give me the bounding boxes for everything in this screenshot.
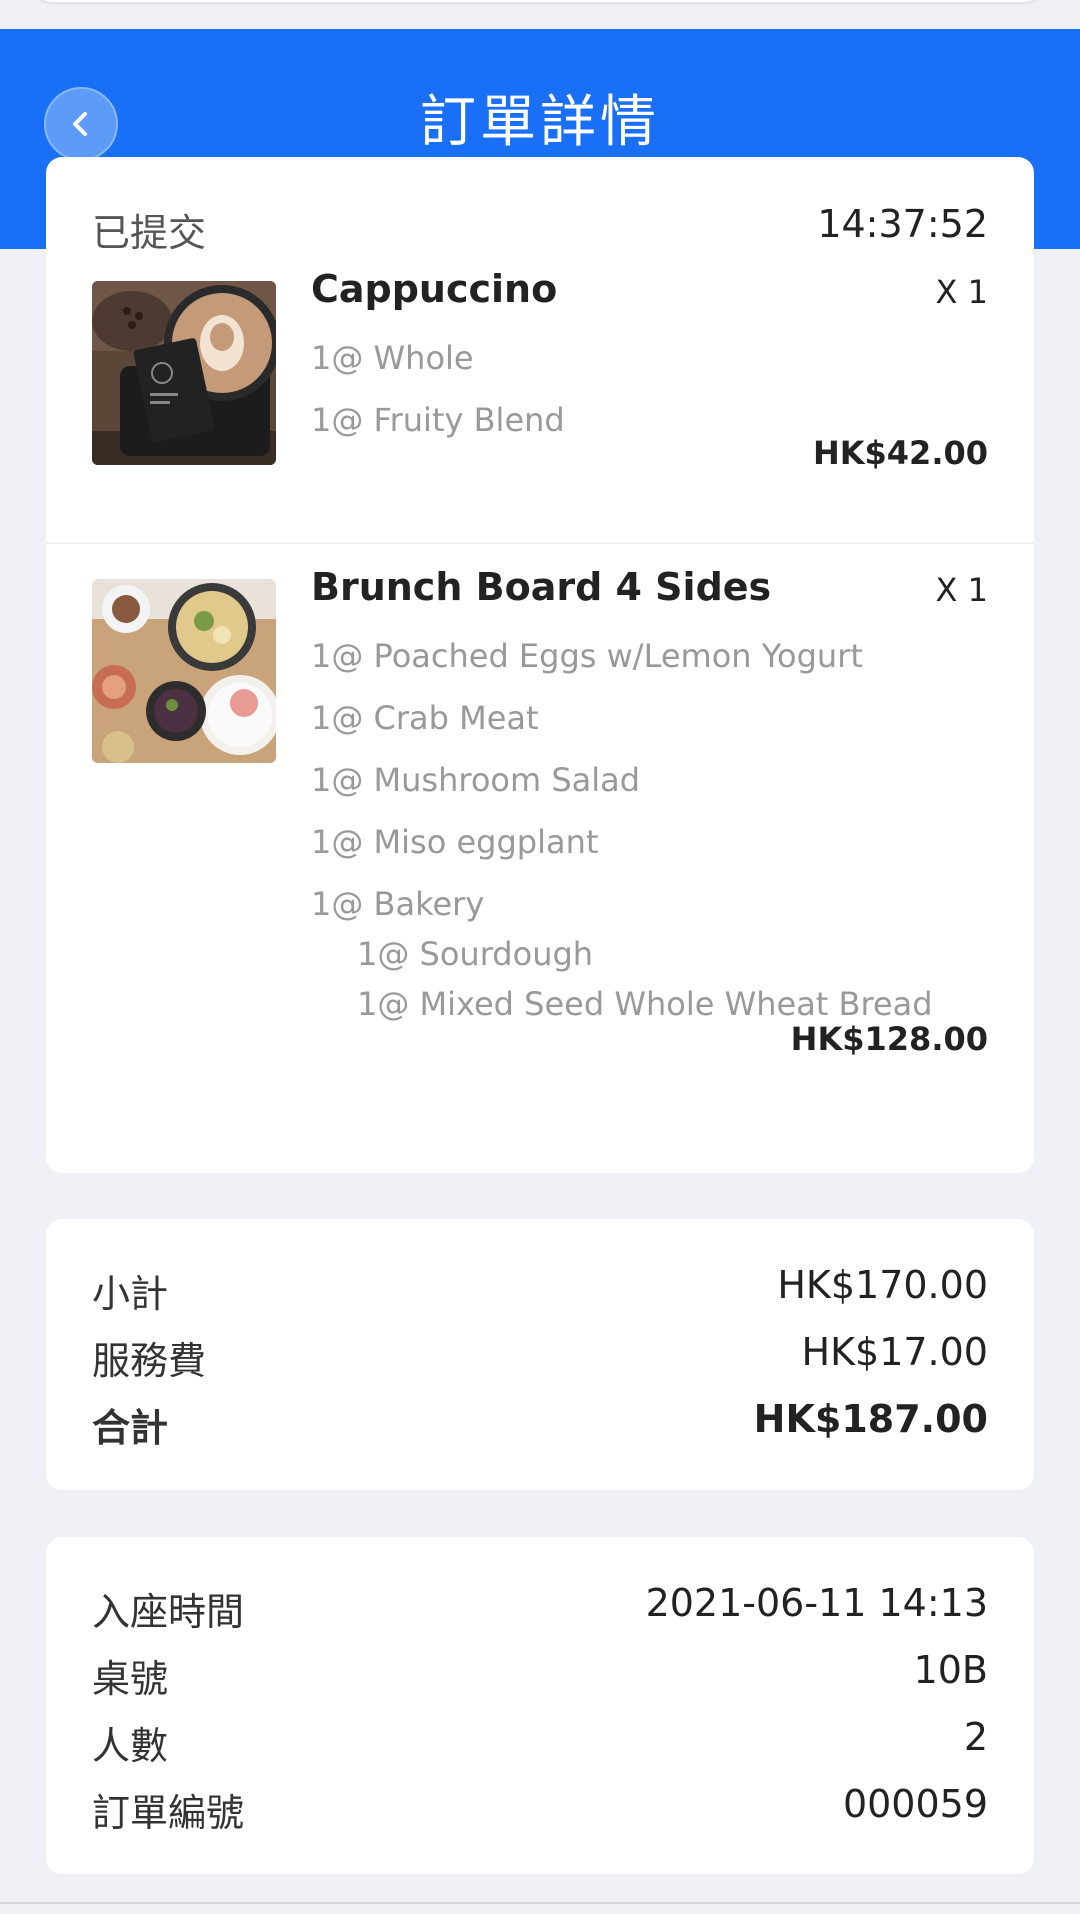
seat-time-value: 2021-06-11 14:13 (645, 1581, 988, 1625)
table-value: 10B (913, 1648, 988, 1692)
order-info-card: 入座時間 2021-06-11 14:13 桌號 10B 人數 2 訂單編號 0… (46, 1537, 1034, 1874)
totals-card: 小計 HK$170.00 服務費 HK$17.00 合計 HK$187.00 (46, 1219, 1034, 1490)
item-option: 1@ Fruity Blend (311, 401, 565, 439)
total-label: 合計 (92, 1406, 169, 1450)
order-number-label: 訂單編號 (92, 1791, 245, 1835)
service-charge-label: 服務費 (92, 1339, 207, 1383)
item-option: 1@ Whole (311, 339, 474, 377)
item-option: 1@ Miso eggplant (311, 823, 599, 861)
brunch-board-photo (92, 579, 276, 763)
service-charge-value: HK$17.00 (801, 1330, 988, 1374)
chevron-left-icon (73, 112, 87, 136)
item-divider (46, 542, 1034, 544)
order-status: 已提交 (92, 211, 207, 255)
guests-label: 人數 (92, 1724, 169, 1768)
subtotal-value: HK$170.00 (777, 1263, 988, 1307)
cappuccino-photo (92, 281, 276, 465)
bottom-edge (0, 1902, 1080, 1914)
item-option: 1@ Mushroom Salad (311, 761, 641, 799)
back-button[interactable] (44, 87, 118, 161)
item-name: Brunch Board 4 Sides (311, 565, 772, 609)
item-qty: X 1 (935, 273, 988, 311)
item-option: 1@ Crab Meat (311, 699, 539, 737)
item-name: Cappuccino (311, 267, 558, 311)
item-price: HK$128.00 (790, 1020, 988, 1058)
order-time: 14:37:52 (817, 202, 988, 246)
item-option: 1@ Poached Eggs w/Lemon Yogurt (311, 637, 863, 675)
order-number-value: 000059 (842, 1782, 988, 1826)
previous-card-edge (34, 0, 1042, 2)
page-title: 訂單詳情 (420, 90, 660, 155)
subtotal-label: 小計 (92, 1272, 169, 1316)
item-sub-option: 1@ Sourdough (357, 935, 594, 973)
seat-time-label: 入座時間 (92, 1590, 245, 1634)
guests-value: 2 (963, 1715, 988, 1759)
item-qty: X 1 (935, 571, 988, 609)
item-price: HK$42.00 (812, 434, 988, 472)
item-option: 1@ Bakery (311, 885, 485, 923)
item-sub-option: 1@ Mixed Seed Whole Wheat Bread (357, 985, 933, 1023)
order-items-card: 已提交 14:37:52 Cappuccino X 1 1@ Whole 1@ … (46, 157, 1034, 1173)
total-value: HK$187.00 (753, 1397, 988, 1441)
table-label: 桌號 (92, 1657, 169, 1701)
